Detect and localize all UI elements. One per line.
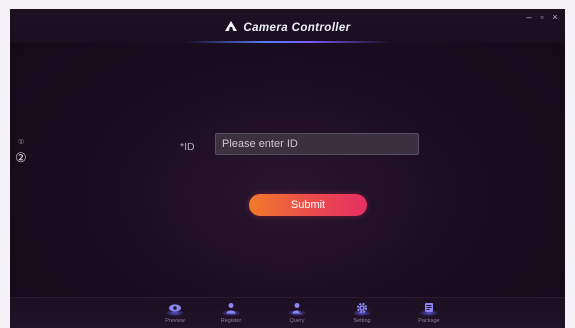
nav-item-query[interactable]: Query	[275, 301, 319, 328]
minimize-button[interactable]: –	[523, 12, 535, 22]
package-icon	[419, 301, 439, 316]
nav-item-setting[interactable]: Setting	[340, 301, 384, 328]
title-bar: Camera Controller – ▫ ×	[10, 9, 565, 43]
id-input[interactable]	[215, 133, 419, 155]
nav-label: Package	[418, 318, 440, 324]
close-button[interactable]: ×	[549, 12, 561, 22]
user-icon	[221, 301, 241, 316]
side-indicator-small: ①	[18, 139, 25, 146]
nav-label: Query	[289, 318, 305, 324]
nav-label: Preview	[165, 318, 185, 324]
nav-label: Register	[220, 318, 242, 324]
nav-item-package[interactable]: Package	[407, 301, 451, 328]
eye-icon	[165, 301, 185, 316]
app-window: Camera Controller – ▫ × ① ② *ID Submit P…	[10, 9, 565, 328]
app-title: Camera Controller	[10, 17, 565, 39]
camera-logo-icon	[224, 19, 238, 37]
side-indicator-main[interactable]: ②	[15, 150, 27, 166]
bottom-nav: Preview Register Query Setting Package	[10, 297, 565, 328]
submit-button[interactable]: Submit	[249, 194, 367, 216]
id-label: *ID	[180, 141, 195, 153]
title-underline	[185, 41, 390, 43]
title-text: Camera Controller	[243, 22, 351, 34]
user-search-icon	[287, 301, 307, 316]
nav-label: Setting	[353, 318, 371, 324]
nav-item-register[interactable]: Register	[209, 301, 253, 328]
maximize-button[interactable]: ▫	[536, 12, 548, 22]
gear-icon	[352, 301, 372, 316]
nav-item-preview[interactable]: Preview	[153, 301, 197, 328]
